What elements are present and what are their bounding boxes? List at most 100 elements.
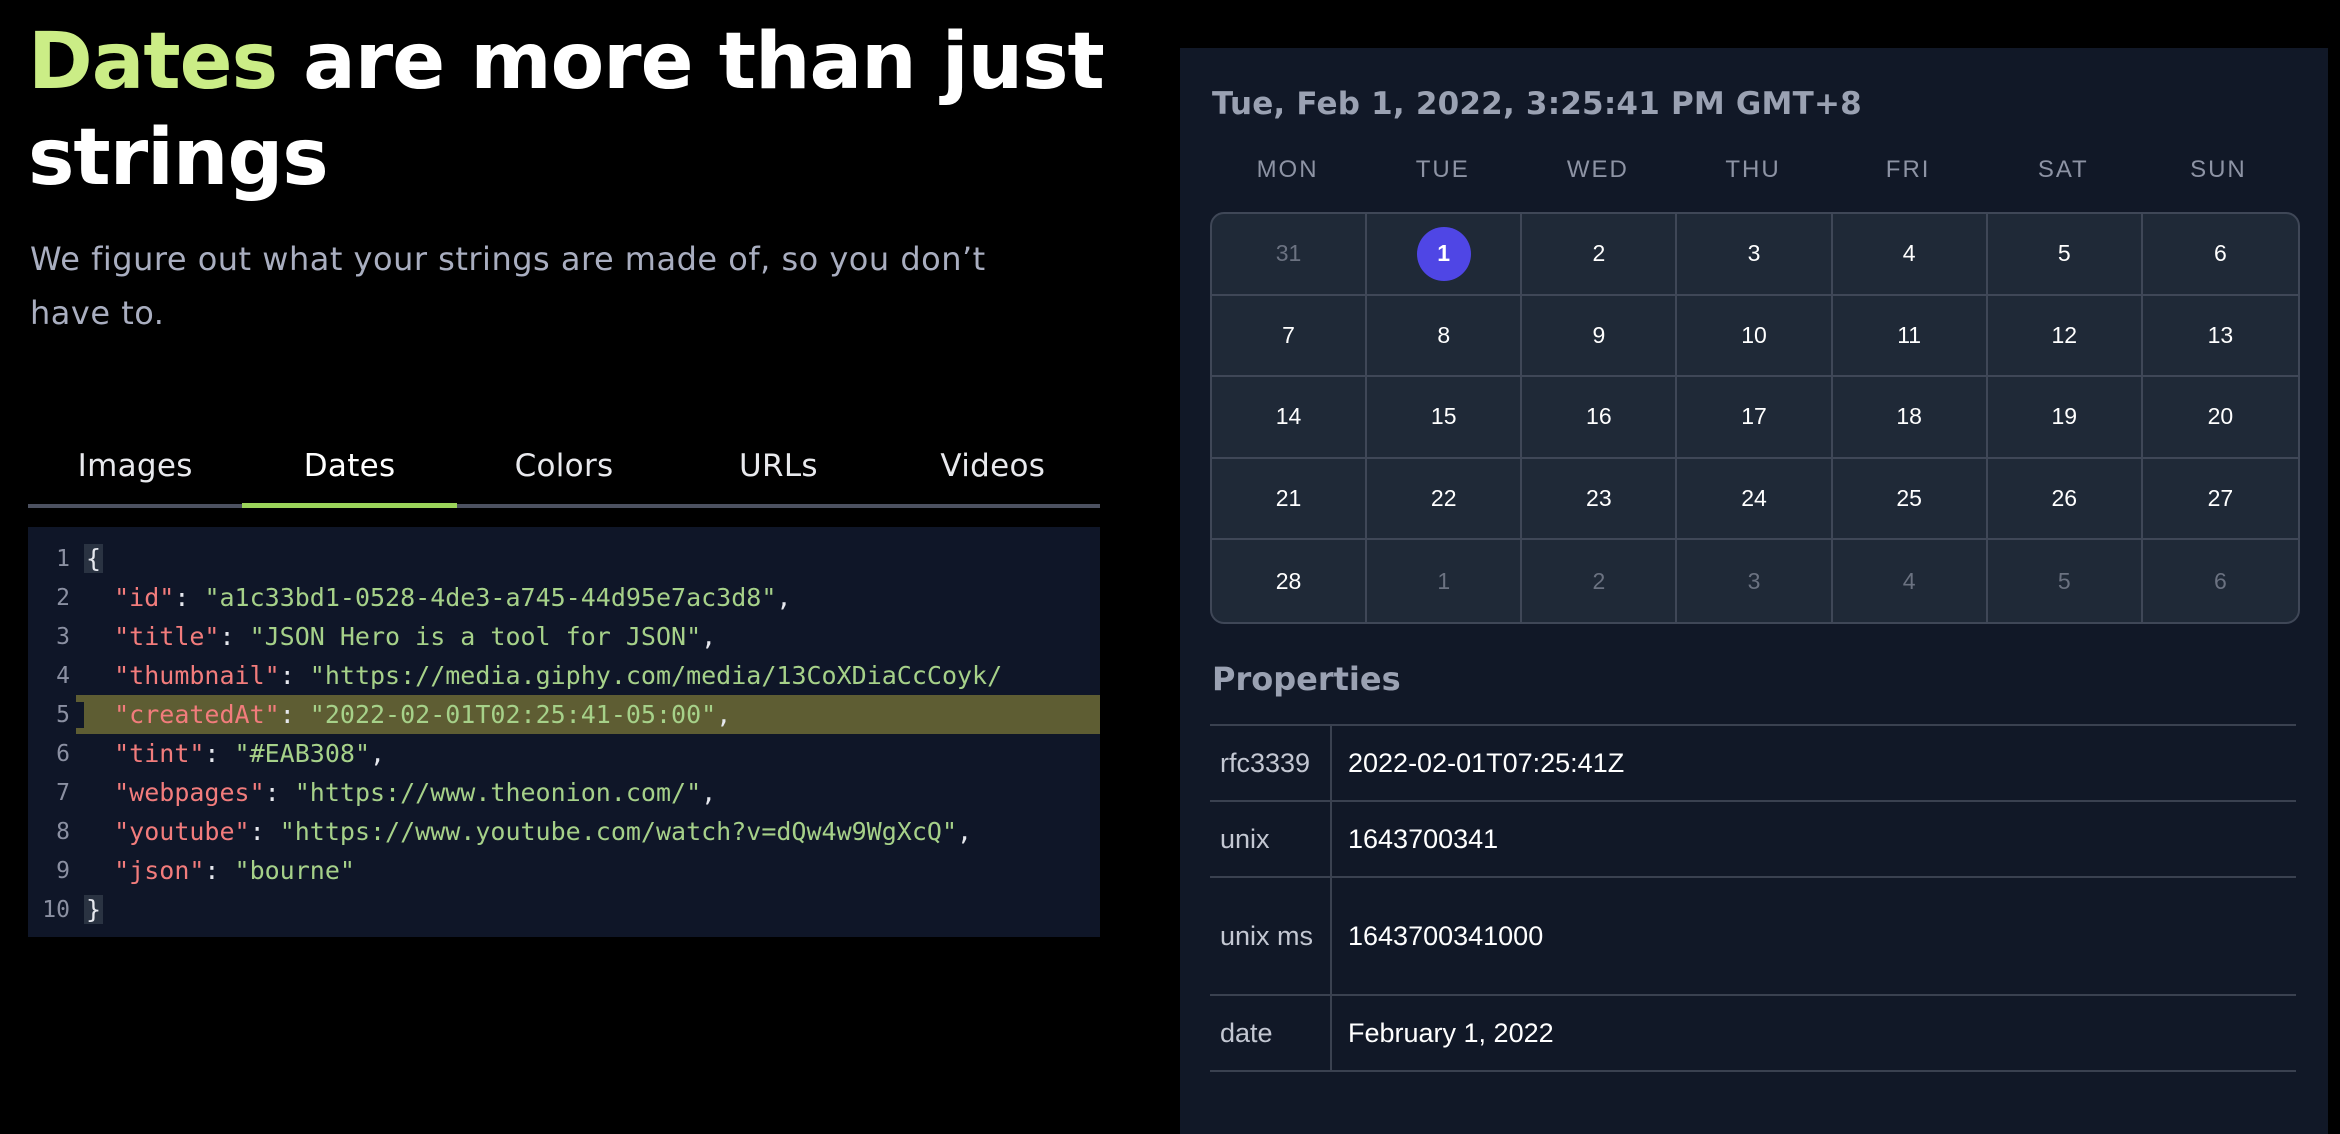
calendar-day[interactable]: 4 [1833,540,1988,622]
json-key: "json" [114,856,205,885]
calendar-day[interactable]: 12 [1987,295,2143,378]
calendar-day[interactable]: 20 [2142,377,2298,459]
calendar-day[interactable]: 1 [1367,540,1523,622]
weekday-label: MON [1256,156,1319,183]
calendar-day[interactable]: 23 [1522,458,1678,541]
code-line: 8 "youtube": "https://www.youtube.com/wa… [28,812,1100,851]
calendar-day-selected[interactable]: 1 [1367,214,1523,296]
weekday-label: SAT [2037,156,2089,183]
panel-date-title: Tue, Feb 1, 2022, 3:25:41 PM GMT+8 [1212,86,1862,122]
line-number: 7 [56,779,70,806]
line-number: 10 [42,896,70,923]
tab-colors[interactable]: Colors [457,428,671,504]
line-number: 2 [56,584,70,611]
json-value: "https://www.theonion.com/" [294,778,702,807]
json-key: "createdAt" [114,700,280,729]
json-key: "webpages" [114,778,265,807]
property-value[interactable]: February 1, 2022 [1332,1018,1554,1049]
weekday-label: TUE [1415,156,1470,183]
json-key: "title" [114,622,220,651]
calendar-day[interactable]: 8 [1367,295,1523,378]
code-line: 9 "json": "bourne" [28,851,1100,890]
calendar-day[interactable]: 16 [1522,377,1678,459]
property-row: rfc3339 2022-02-01T07:25:41Z [1210,726,2296,802]
property-value[interactable]: 2022-02-01T07:25:41Z [1332,748,1624,779]
calendar-day[interactable]: 6 [2143,540,2298,622]
weekday-label: WED [1566,156,1629,183]
property-value[interactable]: 1643700341000 [1332,921,1543,952]
code-line: 6 "tint": "#EAB308", [28,734,1100,773]
calendar-day[interactable]: 17 [1677,377,1833,459]
calendar-day[interactable]: 31 [1212,214,1368,296]
calendar-day[interactable]: 3 [1677,214,1833,296]
tab-urls[interactable]: URLs [671,428,885,504]
property-key: unix ms [1210,878,1332,994]
calendar-day[interactable]: 3 [1677,540,1833,622]
weekday-label: FRI [1885,156,1931,183]
line-number: 4 [56,662,70,689]
hero-heading: Dates are more than just strings [28,14,1108,206]
property-value[interactable]: 1643700341 [1332,824,1498,855]
calendar-day[interactable]: 27 [2142,459,2298,541]
line-number: 8 [56,818,70,845]
calendar-day[interactable]: 15 [1367,377,1523,459]
weekday-label: THU [1725,156,1781,183]
json-code-editor[interactable]: 1 { 2 "id": "a1c33bd1-0528-4de3-a745-44d9… [28,527,1100,937]
calendar-day[interactable]: 24 [1677,458,1833,541]
property-row: date February 1, 2022 [1210,996,2296,1072]
properties-title: Properties [1212,660,1401,698]
json-value: "#EAB308" [234,739,370,768]
calendar-day[interactable]: 9 [1522,295,1678,378]
weekday-label: SUN [2190,156,2247,183]
calendar-day[interactable]: 10 [1677,295,1833,378]
calendar-day[interactable]: 25 [1832,458,1988,541]
calendar-day[interactable]: 13 [2142,296,2298,378]
json-value: "bourne" [234,856,355,885]
code-line: 10} [28,890,1100,929]
json-key: "id" [114,583,175,612]
json-value: "a1c33bd1-0528-4de3-a745-44d95e7ac3d8" [204,583,777,612]
code-line: 7 "webpages": "https://www.theonion.com/… [28,773,1100,812]
calendar-day[interactable]: 2 [1522,214,1678,296]
property-key: unix [1210,802,1332,876]
calendar-day[interactable]: 19 [1987,377,2143,459]
json-value: "JSON Hero is a tool for JSON" [249,622,702,651]
calendar-day[interactable]: 14 [1212,377,1368,459]
calendar-grid: 31 1 2 3 4 5 6 7 8 9 10 11 12 13 14 15 16 17 18 19 20 21 22 23 2… [1210,212,2300,624]
calendar-day[interactable]: 28 [1212,540,1368,622]
calendar-day[interactable]: 26 [1987,458,2143,541]
code-line: 3 "title": "JSON Hero is a tool for JSON… [28,617,1100,656]
property-key: rfc3339 [1210,726,1332,800]
property-row: unix ms 1643700341000 [1210,878,2296,996]
line-number: 1 [56,545,70,572]
calendar-day[interactable]: 4 [1832,214,1988,296]
code-line-highlighted: 5 "createdAt": "2022-02-01T02:25:41-05:0… [28,695,1100,734]
calendar-day[interactable]: 18 [1832,377,1988,459]
calendar-day[interactable]: 5 [1987,214,2143,296]
properties-table: rfc3339 2022-02-01T07:25:41Z unix 164370… [1210,724,2296,1072]
hero-accent-word: Dates [28,17,278,107]
property-key: date [1210,996,1332,1070]
json-value: "2022-02-01T02:25:41-05:00" [309,700,717,729]
json-value: "https://media.giphy.com/media/13CoXDiaC… [309,661,1003,690]
json-open-brace: { [84,544,104,573]
type-tabs: Images Dates Colors URLs Videos [28,428,1100,508]
calendar-day[interactable]: 11 [1832,295,1988,378]
line-number: 9 [56,857,70,884]
json-value: "https://www.youtube.com/watch?v=dQw4w9W… [279,817,957,846]
line-number: 3 [56,623,70,650]
calendar-day[interactable]: 6 [2142,214,2298,296]
json-close-brace: } [84,895,104,924]
property-row: unix 1643700341 [1210,802,2296,878]
calendar-day[interactable]: 7 [1212,295,1368,378]
tab-videos[interactable]: Videos [886,428,1100,504]
tab-dates[interactable]: Dates [242,428,458,508]
calendar-day[interactable]: 21 [1212,458,1368,541]
calendar-day[interactable]: 22 [1367,458,1523,541]
json-key: "thumbnail" [114,661,280,690]
calendar-day[interactable]: 2 [1522,540,1678,622]
calendar-day[interactable]: 5 [1988,540,2143,622]
line-number: 5 [28,701,84,728]
code-line: 2 "id": "a1c33bd1-0528-4de3-a745-44d95e7… [28,578,1100,617]
tab-images[interactable]: Images [28,428,242,504]
